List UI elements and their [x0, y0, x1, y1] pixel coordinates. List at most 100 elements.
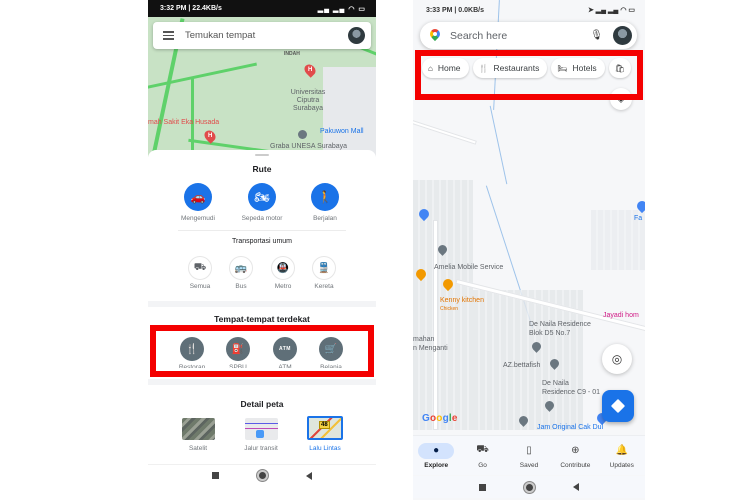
- nav-saved[interactable]: ▯ Saved: [507, 443, 551, 469]
- layer-label: Satelit: [188, 445, 208, 452]
- nearby-label: Belanja: [320, 364, 342, 368]
- nav-go[interactable]: ⛟ Go: [461, 443, 505, 469]
- layers-button[interactable]: ◈: [610, 88, 632, 110]
- nearby-shopping[interactable]: 🛒 Belanja: [311, 337, 351, 368]
- map-label: Jayadi hom: [603, 312, 639, 319]
- back-icon[interactable]: [573, 483, 579, 491]
- nav-explore[interactable]: ● Explore: [414, 442, 458, 469]
- mode-label: Sepeda motor: [241, 215, 283, 222]
- map-label: Kenny kitchen: [440, 297, 484, 304]
- map-label: INDAH: [284, 51, 300, 57]
- transit-all[interactable]: ⛟ Semua: [180, 256, 220, 290]
- transit-label: Kereta: [314, 283, 334, 290]
- section-separator: [148, 379, 376, 385]
- explore-pin-icon: ●: [418, 442, 455, 459]
- layer-transit[interactable]: Jalur transit: [236, 418, 286, 452]
- gas-station-icon: ⛽: [226, 337, 250, 361]
- nearby-restaurant[interactable]: 🍴 Restoran: [172, 337, 212, 368]
- mode-walking[interactable]: 🚶 Berjalan: [295, 183, 355, 222]
- divider: [178, 230, 346, 231]
- shopping-cart-icon: 🛒: [319, 337, 343, 361]
- nearby-title: Tempat-tempat terdekat: [214, 314, 310, 324]
- transit-metro[interactable]: 🚇 Metro: [263, 256, 303, 290]
- map-label: mahan n Menganti: [413, 336, 448, 352]
- back-icon[interactable]: [306, 471, 312, 480]
- nearby-gas-station[interactable]: ⛽ SPBU: [218, 337, 258, 368]
- transit-title: Transportasi umum: [231, 238, 293, 245]
- atm-icon: ATM: [273, 337, 297, 361]
- nav-label: Explore: [424, 461, 449, 469]
- nav-updates[interactable]: 🔔 Updates: [600, 443, 644, 469]
- transit-label: Semua: [189, 283, 211, 290]
- layer-label: Jalur transit: [244, 445, 278, 452]
- status-time: 3:33 PM | 0.0KB/s: [426, 6, 484, 14]
- restaurant-icon: 🍴: [180, 337, 204, 361]
- commute-icon: ⛟: [476, 444, 489, 455]
- map-label: Chicken: [440, 306, 459, 312]
- search-placeholder[interactable]: Temukan tempat: [185, 30, 348, 41]
- mode-label: Berjalan: [313, 215, 337, 222]
- avatar[interactable]: [613, 26, 632, 45]
- status-icons: ▂▄ ▂▄ ◠ ▭: [317, 5, 366, 13]
- transit-bus[interactable]: 🚌 Bus: [221, 256, 261, 290]
- directions-button[interactable]: [602, 390, 634, 422]
- map-label: AZ.bettafish: [503, 362, 541, 369]
- avatar[interactable]: [348, 27, 365, 44]
- search-placeholder[interactable]: Search here: [450, 30, 590, 42]
- nearby-label: Restoran: [178, 364, 206, 368]
- transit-icon: ⛟: [188, 256, 212, 280]
- university-pin-icon[interactable]: [298, 130, 307, 139]
- search-bar[interactable]: Temukan tempat: [153, 22, 371, 49]
- home-icon[interactable]: [257, 470, 268, 481]
- road-badge: 48: [319, 421, 330, 429]
- satellite-thumbnail: [181, 418, 215, 440]
- train-icon: 🚆: [312, 256, 336, 280]
- nav-contribute[interactable]: ⊕ Contribute: [553, 443, 597, 469]
- car-icon: 🚗: [184, 183, 212, 211]
- mode-driving[interactable]: 🚗 Mengemudi: [168, 183, 228, 222]
- mode-motorcycle[interactable]: 🏍 Sepeda motor: [232, 183, 292, 222]
- map-label: Universitas Ciputra Surabaya: [290, 89, 326, 113]
- home-icon[interactable]: [524, 481, 535, 493]
- nearby-label: ATM: [278, 364, 292, 368]
- metro-icon: 🚇: [271, 256, 295, 280]
- mode-label: Mengemudi: [181, 215, 215, 222]
- left-phone-screen: 3:32 PM | 22.4KB/s ▂▄ ▂▄ ◠ ▭ INDAH H Uni…: [148, 0, 376, 500]
- chip-hotels[interactable]: 🛏 Hotels: [551, 58, 605, 78]
- route-title: Rute: [252, 164, 272, 174]
- nearby-atm[interactable]: ATM ATM: [265, 337, 305, 368]
- directions-icon: [610, 398, 626, 414]
- chip-home[interactable]: ⌂ Home: [422, 58, 469, 78]
- google-maps-logo-icon: [430, 29, 440, 42]
- nearby-label: SPBU: [229, 364, 247, 368]
- my-location-button[interactable]: ◎: [602, 344, 632, 374]
- add-circle-icon: ⊕: [571, 445, 580, 456]
- category-chips: ⌂ Home 🍴 Restaurants 🛏 Hotels 🛍: [422, 58, 631, 78]
- map-label: Fa: [634, 215, 643, 222]
- microphone-icon[interactable]: 🎙: [590, 30, 603, 41]
- drag-handle[interactable]: [255, 154, 269, 156]
- search-bar[interactable]: Search here 🎙: [420, 22, 637, 49]
- nav-label: Saved: [519, 461, 539, 469]
- transit-label: Bus: [235, 283, 247, 290]
- transit-train[interactable]: 🚆 Kereta: [304, 256, 344, 290]
- layer-satellite[interactable]: Satelit: [173, 418, 223, 452]
- road: [413, 119, 477, 145]
- layer-traffic[interactable]: 48 Lalu Lintas: [300, 416, 350, 452]
- chip-restaurants[interactable]: 🍴 Restaurants: [472, 58, 548, 78]
- chip-label: Home: [437, 63, 461, 73]
- walk-icon: 🚶: [311, 183, 339, 211]
- nav-label: Updates: [609, 461, 634, 469]
- map-label: Graba UNESA Surabaya: [270, 143, 348, 150]
- hospital-pin-icon[interactable]: H: [302, 62, 318, 78]
- recent-apps-icon[interactable]: [479, 483, 486, 491]
- android-nav-bar: [148, 464, 376, 486]
- layers-icon: ◈: [617, 94, 625, 104]
- recent-apps-icon[interactable]: [212, 472, 219, 479]
- section-separator: [148, 301, 376, 307]
- android-nav-bar: [413, 476, 645, 498]
- hamburger-icon[interactable]: [163, 31, 174, 40]
- google-logo: Google: [422, 413, 458, 424]
- status-icons: ➤ ▂▄ ▂▄ ◠ ▭: [587, 7, 635, 14]
- chip-shopping[interactable]: 🛍: [608, 58, 631, 78]
